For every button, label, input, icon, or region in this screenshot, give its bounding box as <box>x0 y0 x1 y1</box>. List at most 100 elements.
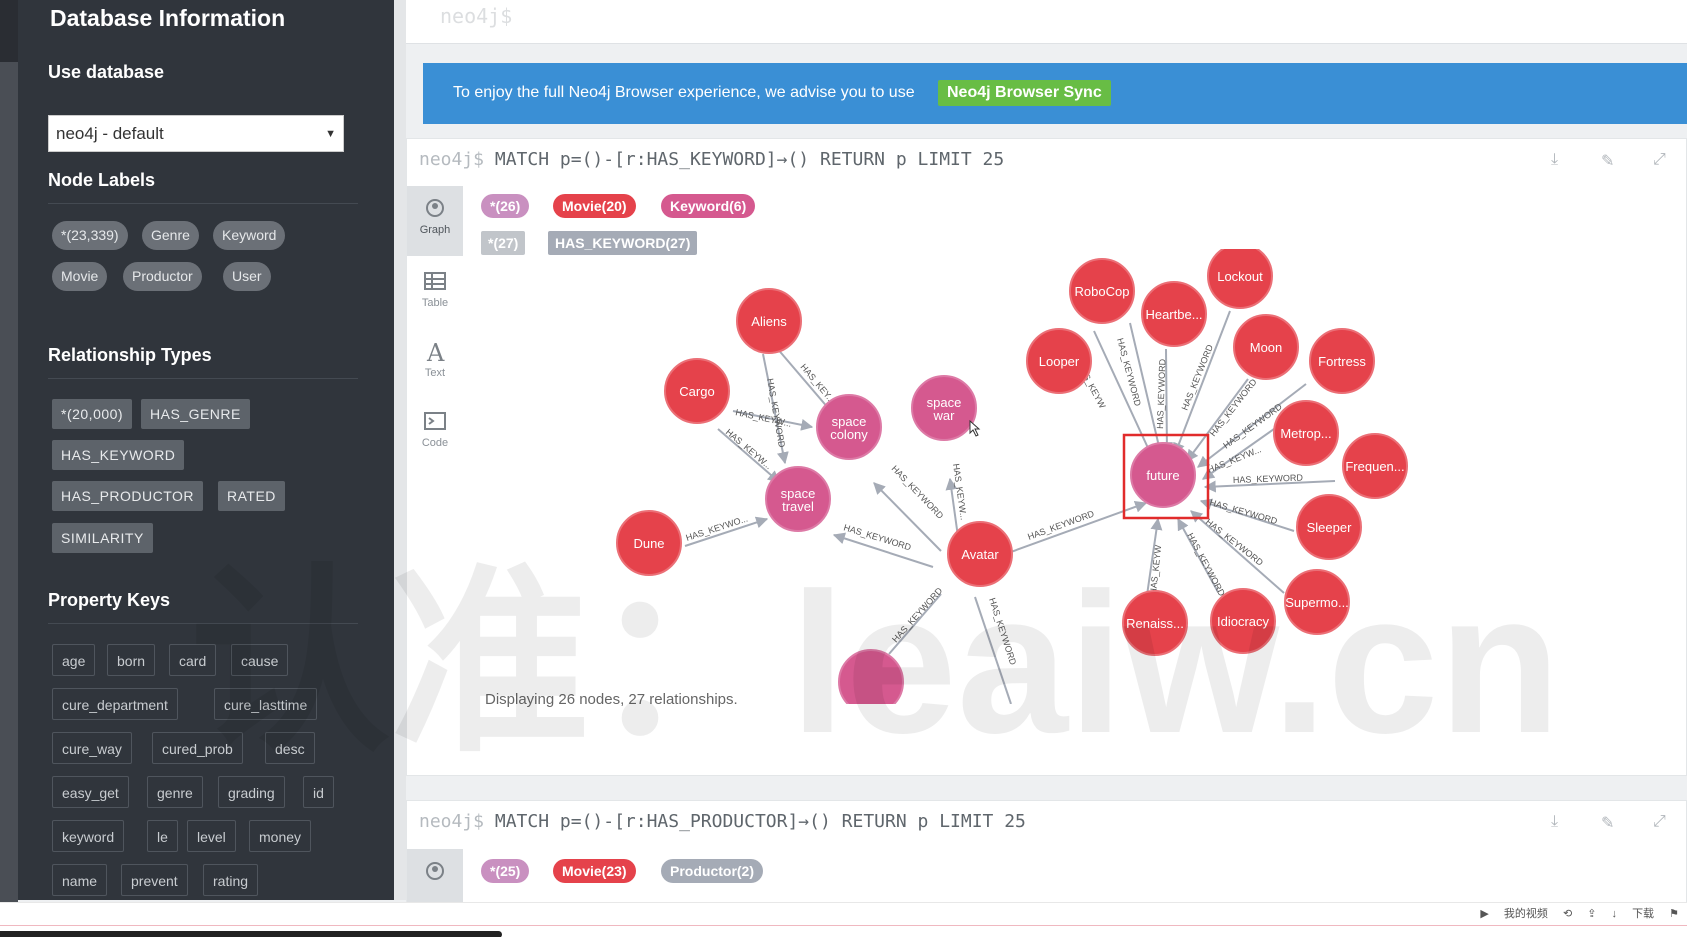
prop-key[interactable]: keyword <box>52 820 125 852</box>
prop-key[interactable]: money <box>249 820 312 852</box>
edge-label: HAS_KEYWORD <box>842 522 912 552</box>
prop-key[interactable]: level <box>187 820 236 852</box>
node-avatar[interactable]: Avatar <box>947 521 1013 587</box>
node-partial[interactable] <box>838 649 904 704</box>
node-renaiss[interactable]: Renaiss... <box>1122 590 1188 656</box>
player-tools: ▶ 我的视频 ⟲ ⇪ ↓ 下载 ⚑ <box>1468 905 1679 921</box>
browser-sync-button[interactable]: Neo4j Browser Sync <box>938 80 1111 106</box>
tab-graph[interactable]: Graph <box>407 186 463 256</box>
rel-type-has-genre[interactable]: HAS_GENRE <box>141 399 250 429</box>
node-chip-movie[interactable]: Movie(23) <box>553 859 636 883</box>
prop-key[interactable]: desc <box>265 732 315 764</box>
prop-key[interactable]: cause <box>231 644 289 676</box>
prop-key[interactable]: cure_department <box>52 688 178 720</box>
node-label-productor[interactable]: Productor <box>123 262 202 291</box>
node-idiocracy[interactable]: Idiocracy <box>1210 588 1276 654</box>
node-cargo[interactable]: Cargo <box>664 358 730 424</box>
download-icon[interactable]: ⤓ <box>1551 813 1558 831</box>
node-sleeper[interactable]: Sleeper <box>1296 494 1362 560</box>
prop-key[interactable]: easy_get <box>52 776 129 808</box>
node-looper[interactable]: Looper <box>1026 328 1092 394</box>
node-moon[interactable]: Moon <box>1233 314 1299 380</box>
flag-icon[interactable]: ⚑ <box>1669 908 1679 920</box>
node-metrop[interactable]: Metrop... <box>1273 400 1339 466</box>
node-label: Renaiss... <box>1126 616 1184 631</box>
node-heartbe[interactable]: Heartbe... <box>1141 281 1207 347</box>
node-chip-all[interactable]: *(26) <box>481 194 530 218</box>
rel-type-similarity[interactable]: SIMILARITY <box>52 523 153 553</box>
frame-query-text: MATCH p=()-[r:HAS_PRODUCTOR]→() RETURN p… <box>494 811 1026 832</box>
sidebar-title: Database Information <box>50 5 286 31</box>
node-chip-all[interactable]: *(25) <box>481 859 530 883</box>
edge-label: HAS_KEYWORD <box>1180 343 1216 412</box>
share-icon[interactable]: ⇪ <box>1587 908 1596 920</box>
edge-label: HAS_KEYWORD <box>890 463 946 521</box>
query-editor[interactable]: neo4j$ <box>406 0 1687 44</box>
node-lockout[interactable]: Lockout <box>1207 249 1273 309</box>
node-future[interactable]: future <box>1130 442 1196 508</box>
rel-type-has-productor[interactable]: HAS_PRODUCTOR <box>52 481 204 511</box>
node-supermo[interactable]: Supermo... <box>1284 569 1350 635</box>
node-frequen[interactable]: Frequen... <box>1342 433 1408 499</box>
prop-key[interactable]: born <box>107 644 156 676</box>
prop-key[interactable]: id <box>303 776 334 808</box>
node-label-all[interactable]: *(23,339) <box>52 221 128 250</box>
rel-type-rated[interactable]: RATED <box>218 481 285 511</box>
prop-key[interactable]: genre <box>147 776 203 808</box>
download-icon[interactable]: ⤓ <box>1551 151 1558 169</box>
pin-icon[interactable]: ✎ <box>1601 813 1614 833</box>
result-frame-2: neo4j$ MATCH p=()-[r:HAS_PRODUCTOR]→() R… <box>406 800 1687 903</box>
prop-key[interactable]: cured_prob <box>152 732 243 764</box>
node-chip-productor[interactable]: Productor(2) <box>661 859 763 883</box>
frame-query[interactable]: neo4j$ MATCH p=()-[r:HAS_KEYWORD]→() RET… <box>419 149 1004 170</box>
expand-icon[interactable]: ⤢ <box>1653 151 1666 169</box>
history-icon[interactable]: ⟲ <box>1563 908 1572 920</box>
prop-key[interactable]: name <box>52 864 108 896</box>
video-player-bar: ▶ 我的视频 ⟲ ⇪ ↓ 下载 ⚑ <box>0 902 1687 937</box>
prop-key[interactable]: le <box>147 820 178 852</box>
pin-icon[interactable]: ✎ <box>1601 151 1614 171</box>
prop-key[interactable]: prevent <box>121 864 188 896</box>
my-video-link[interactable]: ▶ 我的视频 <box>1480 908 1548 920</box>
prop-key[interactable]: grading <box>218 776 285 808</box>
node-label-genre[interactable]: Genre <box>142 221 199 250</box>
prop-key[interactable]: cure_way <box>52 732 132 764</box>
node-label: Frequen... <box>1345 459 1404 474</box>
node-label: Heartbe... <box>1145 307 1202 322</box>
node-label-keyword[interactable]: Keyword <box>213 221 286 250</box>
node-chip-keyword[interactable]: Keyword(6) <box>661 194 756 218</box>
prop-key[interactable]: card <box>169 644 217 676</box>
tab-graph[interactable] <box>407 849 463 903</box>
node-space-colony[interactable]: space colony <box>816 394 882 460</box>
expand-icon[interactable]: ⤢ <box>1653 813 1666 831</box>
node-dune[interactable]: Dune <box>616 510 682 576</box>
rel-type-all[interactable]: *(20,000) <box>52 399 133 429</box>
node-space-travel[interactable]: space travel <box>765 466 831 532</box>
node-label: Moon <box>1250 340 1283 355</box>
prop-key[interactable]: age <box>52 644 96 676</box>
node-space-war[interactable]: space war <box>911 375 977 441</box>
edge-label: HAS_KEYWORD <box>1208 497 1279 526</box>
download-label: 下载 <box>1632 908 1655 920</box>
banner-text: To enjoy the full Neo4j Browser experien… <box>453 84 915 101</box>
frame-query-text: MATCH p=()-[r:HAS_KEYWORD]→() RETURN p L… <box>494 149 1005 170</box>
graph-canvas[interactable]: HAS_KEY... HAS_KEYWORD HAS_KEYW... HAS_K… <box>463 249 1687 704</box>
prop-key[interactable]: cure_lasttime <box>214 688 318 720</box>
frame-query[interactable]: neo4j$ MATCH p=()-[r:HAS_PRODUCTOR]→() R… <box>419 811 1026 832</box>
node-aliens[interactable]: Aliens <box>736 288 802 354</box>
node-robocop[interactable]: RoboCop <box>1069 258 1135 324</box>
tab-code[interactable]: Code <box>407 399 463 469</box>
node-chip-movie[interactable]: Movie(20) <box>553 194 636 218</box>
tab-text[interactable]: A Text <box>407 329 463 399</box>
edge-label: HAS_KEYWORD <box>890 585 945 644</box>
node-label-movie[interactable]: Movie <box>52 262 108 291</box>
database-select[interactable]: neo4j - default ▼ <box>48 115 344 152</box>
tab-table[interactable]: Table <box>407 259 463 329</box>
prop-key[interactable]: rating <box>203 864 259 896</box>
frame-prompt: neo4j$ <box>419 149 485 170</box>
node-fortress[interactable]: Fortress <box>1309 328 1375 394</box>
download-video-button[interactable]: ↓ 下载 <box>1612 908 1655 920</box>
graph-icon <box>426 199 444 217</box>
node-label-user[interactable]: User <box>223 262 271 291</box>
rel-type-has-keyword[interactable]: HAS_KEYWORD <box>52 440 185 470</box>
